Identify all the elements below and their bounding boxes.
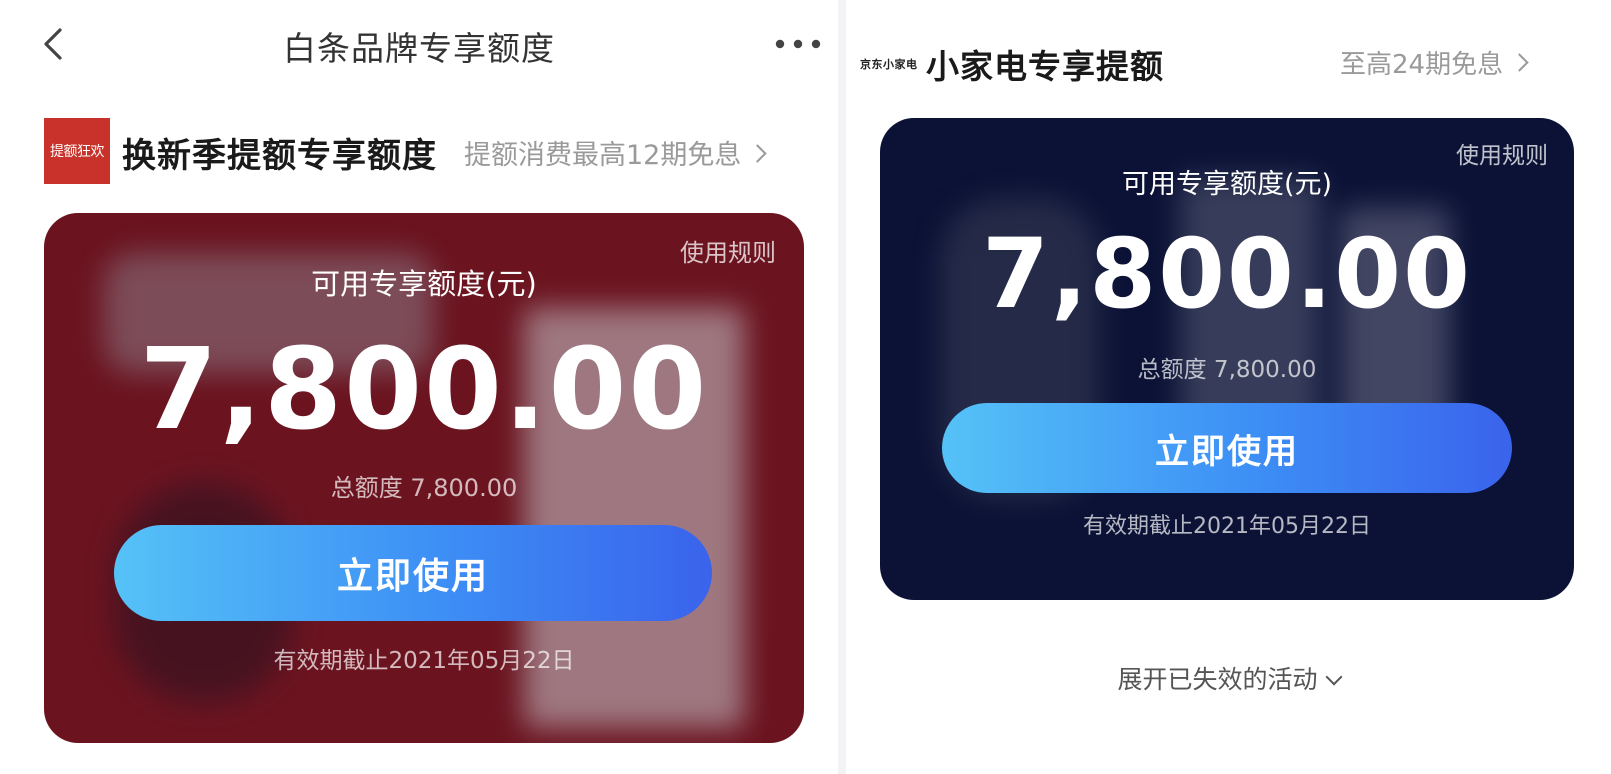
section-header-left: 提额狂欢 换新季提额专享额度 提额消费最高12期免息	[0, 118, 838, 188]
section-title-left: 换新季提额专享额度	[122, 136, 437, 176]
card-label-right: 可用专享额度(元)	[1121, 169, 1333, 200]
expand-expired-label: 展开已失效的活动	[1117, 665, 1318, 694]
quota-card-right: 使用规则 可用专享额度(元) 7,800.00 总额度 7,800.00 立即使…	[880, 118, 1574, 600]
chevron-right-icon	[1510, 53, 1529, 72]
available-amount-right: 7,800.00	[982, 218, 1472, 330]
expiry-text-right: 有效期截止2021年05月22日	[1083, 514, 1371, 539]
section-title-right: 小家电专享提额	[926, 47, 1164, 86]
expiry-text-left: 有效期截止2021年05月22日	[273, 648, 575, 674]
chevron-down-icon	[1325, 668, 1342, 686]
chevron-right-icon	[748, 144, 768, 163]
more-button[interactable]	[770, 30, 826, 58]
use-now-button-left[interactable]: 立即使用	[114, 525, 712, 621]
section-link-left[interactable]: 提额消费最高12期免息	[464, 133, 768, 172]
section-header-right: 京东小家电 小家电专享提额 至高24期免息	[846, 38, 1611, 108]
panel-divider	[838, 0, 846, 774]
total-amount-left: 总额度 7,800.00	[330, 474, 518, 502]
card-label-left: 可用专享额度(元)	[311, 267, 537, 301]
available-amount-left: 7,800.00	[139, 325, 709, 455]
total-amount-right: 总额度 7,800.00	[1137, 357, 1317, 383]
expand-expired-link[interactable]: 展开已失效的活动	[846, 660, 1611, 696]
left-panel: 白条品牌专享额度 提额狂欢 换新季提额专享额度 提额消费最高12期免息 使用规则…	[0, 0, 838, 774]
more-dots-icon	[775, 39, 821, 49]
quota-card-left: 使用规则 可用专享额度(元) 7,800.00 总额度 7,800.00 立即使…	[44, 213, 804, 743]
brand-logo-right: 京东小家电	[860, 58, 918, 71]
section-link-right[interactable]: 至高24期免息	[1340, 44, 1529, 81]
use-now-button-right[interactable]: 立即使用	[942, 403, 1512, 493]
nav-bar: 白条品牌专享额度	[0, 0, 838, 90]
brand-logo-left: 提额狂欢	[44, 118, 110, 184]
page-title: 白条品牌专享额度	[283, 29, 555, 68]
section-link-right-label: 至高24期免息	[1340, 50, 1504, 80]
section-link-left-label: 提额消费最高12期免息	[464, 140, 742, 171]
